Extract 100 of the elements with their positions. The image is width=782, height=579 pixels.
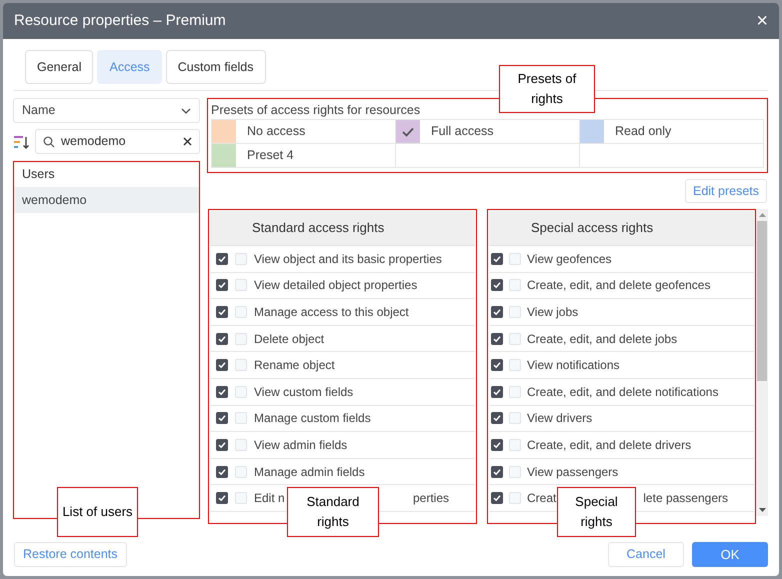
checkbox[interactable] [235, 438, 247, 451]
preset-cell[interactable]: No access [212, 120, 396, 144]
close-button[interactable]: × [756, 11, 768, 31]
right-label: Create, edit, and delete notifications [527, 384, 718, 401]
checkbox[interactable] [509, 466, 521, 478]
right-label: Create, edit, and delete drivers [527, 436, 692, 454]
checkmark-icon [218, 388, 226, 396]
preset-label: Preset 4 [247, 147, 294, 164]
checkmark-icon [402, 126, 414, 136]
checkbox[interactable] [235, 252, 247, 265]
checkmark-icon [493, 254, 501, 263]
checkbox[interactable] [216, 438, 228, 451]
scrollbar[interactable] [756, 209, 768, 516]
checkbox[interactable] [216, 412, 228, 424]
list-heading: Users [21, 166, 56, 184]
dropdown-value: Name [22, 102, 56, 120]
checkbox[interactable] [491, 359, 503, 372]
checkbox[interactable] [216, 252, 228, 265]
checkbox[interactable] [509, 252, 521, 265]
annotation-callout: Special rights [557, 487, 636, 537]
checkmark-icon [218, 254, 226, 263]
checkbox[interactable] [235, 332, 247, 345]
search-icon [43, 136, 55, 148]
checkbox[interactable] [509, 332, 521, 345]
annotation-callout: List of users [57, 487, 138, 537]
checkmark-icon [218, 468, 226, 476]
right-label: Delete object [254, 330, 324, 348]
right-label: View detailed object properties [254, 277, 418, 294]
panel-title: Special access rights [531, 219, 654, 238]
checkbox[interactable] [235, 386, 247, 398]
right-label: View jobs [527, 304, 578, 321]
preset-label: Read only [615, 123, 672, 140]
right-label: perties [412, 490, 449, 508]
checkbox[interactable] [235, 492, 247, 504]
checkbox[interactable] [491, 438, 503, 451]
annotation-callout: Presets of rights [499, 65, 595, 113]
right-label: View admin fields [254, 436, 348, 454]
search-field[interactable]: wemodemo [35, 129, 200, 154]
checkbox[interactable] [509, 359, 521, 372]
checkmark-icon [493, 494, 501, 502]
checkbox[interactable] [216, 332, 228, 345]
right-label: View passengers [527, 464, 618, 481]
right-label: lete passengers [643, 490, 728, 508]
right-label: Create, edit, and delete geofences [527, 277, 710, 294]
checkmark-icon [493, 468, 501, 476]
right-label: View object and its basic properties [254, 250, 442, 268]
panel-title: Standard access rights [252, 219, 384, 238]
right-label: Rename object [254, 357, 335, 374]
checkbox[interactable] [509, 492, 521, 504]
checkbox[interactable] [216, 466, 228, 478]
right-label: Manage custom fields [254, 410, 371, 428]
checkbox[interactable] [216, 386, 228, 398]
right-label: View notifications [527, 357, 620, 374]
right-label: Create, edit, and delete jobs [527, 330, 678, 348]
right-label: View drivers [527, 410, 592, 428]
checkmark-icon [493, 308, 501, 316]
checkbox[interactable] [235, 466, 247, 478]
checkbox[interactable] [235, 412, 247, 424]
checkbox[interactable] [491, 412, 503, 424]
preset-label: No access [247, 123, 306, 140]
checkmark-icon [218, 308, 226, 316]
checkbox[interactable] [509, 386, 521, 398]
sort-icon[interactable] [13, 134, 31, 150]
checkbox[interactable] [491, 492, 503, 504]
sort-dropdown[interactable]: Name [13, 98, 200, 123]
checkbox[interactable] [216, 279, 228, 292]
right-label: Manage access to this object [254, 304, 409, 321]
checkbox[interactable] [491, 306, 503, 318]
checkmark-icon [218, 334, 226, 343]
clear-icon[interactable] [183, 137, 192, 146]
checkbox[interactable] [509, 306, 521, 318]
checkbox[interactable] [491, 466, 503, 478]
checkbox[interactable] [509, 438, 521, 451]
search-value: wemodemo [61, 133, 127, 150]
checkbox[interactable] [216, 306, 228, 318]
right-label: View custom fields [254, 384, 354, 401]
right-label: Creat [527, 490, 556, 508]
checkmark-icon [493, 440, 501, 449]
checkbox[interactable] [491, 252, 503, 265]
checkmark-icon [493, 388, 501, 396]
tab[interactable]: Custom fields [166, 50, 266, 84]
checkbox[interactable] [216, 492, 228, 504]
checkbox[interactable] [235, 359, 247, 372]
presets-title: Presets of access rights for resources [211, 102, 422, 119]
checkbox[interactable] [509, 412, 521, 424]
user-item[interactable]: wemodemo [14, 187, 199, 213]
checkmark-icon [493, 361, 501, 370]
checkmark-icon [493, 334, 501, 343]
checkbox[interactable] [235, 279, 247, 292]
annotation-callout: Standard rights [287, 487, 379, 537]
checkbox[interactable] [491, 279, 503, 292]
preset-cell[interactable]: Full access [396, 120, 580, 144]
checkbox[interactable] [509, 279, 521, 292]
checkbox[interactable] [491, 332, 503, 345]
checkbox[interactable] [216, 359, 228, 372]
preset-cell[interactable]: Preset 4 [212, 144, 396, 168]
preset-cell[interactable]: Read only [580, 120, 764, 144]
checkbox[interactable] [235, 306, 247, 318]
checkbox[interactable] [491, 386, 503, 398]
tab[interactable]: General [25, 50, 94, 84]
